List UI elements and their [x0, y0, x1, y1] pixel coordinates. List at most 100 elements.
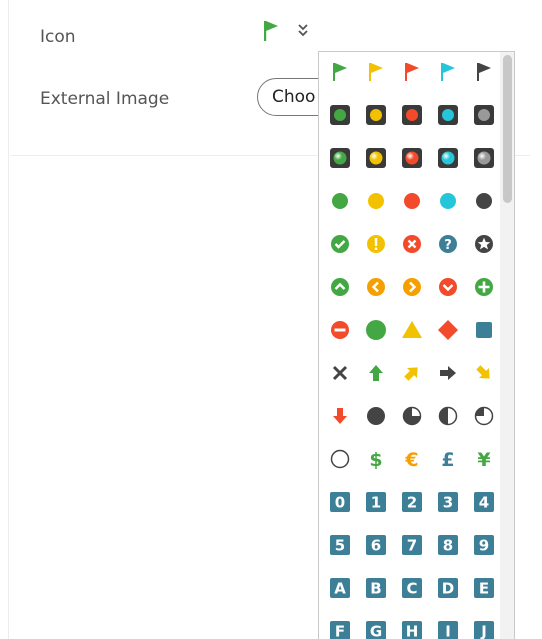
- three-quarter-circle-icon[interactable]: [397, 401, 427, 431]
- blue-square-icon[interactable]: [469, 315, 499, 345]
- letter-e-icon[interactable]: E: [469, 573, 499, 603]
- svg-text:1: 1: [371, 494, 381, 512]
- check-circle-icon[interactable]: [325, 229, 355, 259]
- svg-text:D: D: [442, 580, 454, 598]
- full-circle-icon[interactable]: [361, 401, 391, 431]
- green-traffic-light-icon[interactable]: [325, 100, 355, 130]
- chevron-right-circle-icon[interactable]: [397, 272, 427, 302]
- chevron-up-circle-icon[interactable]: [325, 272, 355, 302]
- red-diamond-icon[interactable]: [433, 315, 463, 345]
- chevron-down-circle-icon[interactable]: [433, 272, 463, 302]
- green-circle-large-icon[interactable]: [361, 315, 391, 345]
- exclamation-circle-icon[interactable]: [361, 229, 391, 259]
- cyan-glossy-light-icon[interactable]: [433, 143, 463, 173]
- yellow-flag-icon[interactable]: [361, 57, 391, 87]
- svg-text:0: 0: [335, 494, 345, 512]
- chevron-left-circle-icon[interactable]: [361, 272, 391, 302]
- gray-traffic-light-icon[interactable]: [469, 100, 499, 130]
- letter-g-icon[interactable]: G: [361, 616, 391, 639]
- yellow-traffic-light-icon[interactable]: [361, 100, 391, 130]
- number-3-icon[interactable]: 3: [433, 487, 463, 517]
- x-circle-icon[interactable]: [397, 229, 427, 259]
- red-glossy-light-icon[interactable]: [397, 143, 427, 173]
- cyan-traffic-light-icon[interactable]: [433, 100, 463, 130]
- red-flag-icon[interactable]: [397, 57, 427, 87]
- cyan-flag-icon[interactable]: [433, 57, 463, 87]
- number-6-icon[interactable]: 6: [361, 530, 391, 560]
- icon-picker-scroll-thumb[interactable]: [503, 55, 512, 203]
- svg-text:G: G: [370, 623, 382, 639]
- svg-text:F: F: [335, 623, 345, 639]
- svg-text:6: 6: [371, 537, 381, 555]
- green-circle-icon[interactable]: [325, 186, 355, 216]
- letter-b-icon[interactable]: B: [361, 573, 391, 603]
- x-mark-icon[interactable]: [325, 358, 355, 388]
- number-0-icon[interactable]: 0: [325, 487, 355, 517]
- svg-text:4: 4: [479, 494, 489, 512]
- letter-h-icon[interactable]: H: [397, 616, 427, 639]
- plus-circle-icon[interactable]: [469, 272, 499, 302]
- yen-icon[interactable]: ¥: [469, 444, 499, 474]
- black-flag-icon[interactable]: [469, 57, 499, 87]
- dark-arrow-right-icon[interactable]: [433, 358, 463, 388]
- minus-circle-icon[interactable]: [325, 315, 355, 345]
- red-circle-icon[interactable]: [397, 186, 427, 216]
- svg-text:$: $: [369, 449, 382, 470]
- green-arrow-up-icon[interactable]: [361, 358, 391, 388]
- green-flag-icon[interactable]: [325, 57, 355, 87]
- quarter-circle-icon[interactable]: [469, 401, 499, 431]
- yellow-triangle-icon[interactable]: [397, 315, 427, 345]
- letter-c-icon[interactable]: C: [397, 573, 427, 603]
- svg-text:?: ?: [444, 238, 452, 253]
- cyan-circle-icon[interactable]: [433, 186, 463, 216]
- number-7-icon[interactable]: 7: [397, 530, 427, 560]
- svg-text:A: A: [334, 580, 346, 598]
- icon-picker-dropdown[interactable]: ? $ € £ ¥0 1 2 3 4 5 6 7 8 9 A B C D E F G H I J: [318, 51, 515, 639]
- yellow-glossy-light-icon[interactable]: [361, 143, 391, 173]
- svg-text:C: C: [406, 580, 417, 598]
- svg-text:7: 7: [407, 537, 417, 555]
- number-5-icon[interactable]: 5: [325, 530, 355, 560]
- dollar-icon[interactable]: $: [361, 444, 391, 474]
- euro-icon[interactable]: €: [397, 444, 427, 474]
- yellow-arrow-up-right-icon[interactable]: [397, 358, 427, 388]
- green-flag-icon: [264, 21, 278, 41]
- letter-a-icon[interactable]: A: [325, 573, 355, 603]
- svg-text:8: 8: [443, 537, 453, 555]
- gray-glossy-light-icon[interactable]: [469, 143, 499, 173]
- letter-d-icon[interactable]: D: [433, 573, 463, 603]
- svg-text:3: 3: [443, 494, 453, 512]
- letter-i-icon[interactable]: I: [433, 616, 463, 639]
- svg-text:2: 2: [407, 494, 417, 512]
- pound-icon[interactable]: £: [433, 444, 463, 474]
- half-circle-icon[interactable]: [433, 401, 463, 431]
- svg-text:£: £: [441, 449, 454, 470]
- number-4-icon[interactable]: 4: [469, 487, 499, 517]
- svg-text:€: €: [404, 449, 418, 470]
- svg-text:¥: ¥: [477, 449, 490, 470]
- chevron-double-down-icon[interactable]: [296, 22, 312, 40]
- red-arrow-down-icon[interactable]: [325, 401, 355, 431]
- number-9-icon[interactable]: 9: [469, 530, 499, 560]
- icon-label: Icon: [40, 27, 76, 47]
- empty-circle-icon[interactable]: [325, 444, 355, 474]
- green-glossy-light-icon[interactable]: [325, 143, 355, 173]
- svg-text:B: B: [370, 580, 381, 598]
- svg-text:E: E: [479, 580, 489, 598]
- letter-f-icon[interactable]: F: [325, 616, 355, 639]
- external-image-label: External Image: [40, 89, 170, 109]
- number-1-icon[interactable]: 1: [361, 487, 391, 517]
- letter-j-icon[interactable]: J: [469, 616, 499, 639]
- number-2-icon[interactable]: 2: [397, 487, 427, 517]
- red-traffic-light-icon[interactable]: [397, 100, 427, 130]
- number-8-icon[interactable]: 8: [433, 530, 463, 560]
- svg-text:I: I: [445, 623, 451, 639]
- question-circle-icon[interactable]: ?: [433, 229, 463, 259]
- star-circle-icon[interactable]: [469, 229, 499, 259]
- black-circle-icon[interactable]: [469, 186, 499, 216]
- svg-text:5: 5: [335, 537, 345, 555]
- yellow-arrow-down-right-icon[interactable]: [469, 358, 499, 388]
- selected-icon-preview[interactable]: [262, 20, 280, 47]
- svg-text:9: 9: [479, 537, 489, 555]
- yellow-circle-icon[interactable]: [361, 186, 391, 216]
